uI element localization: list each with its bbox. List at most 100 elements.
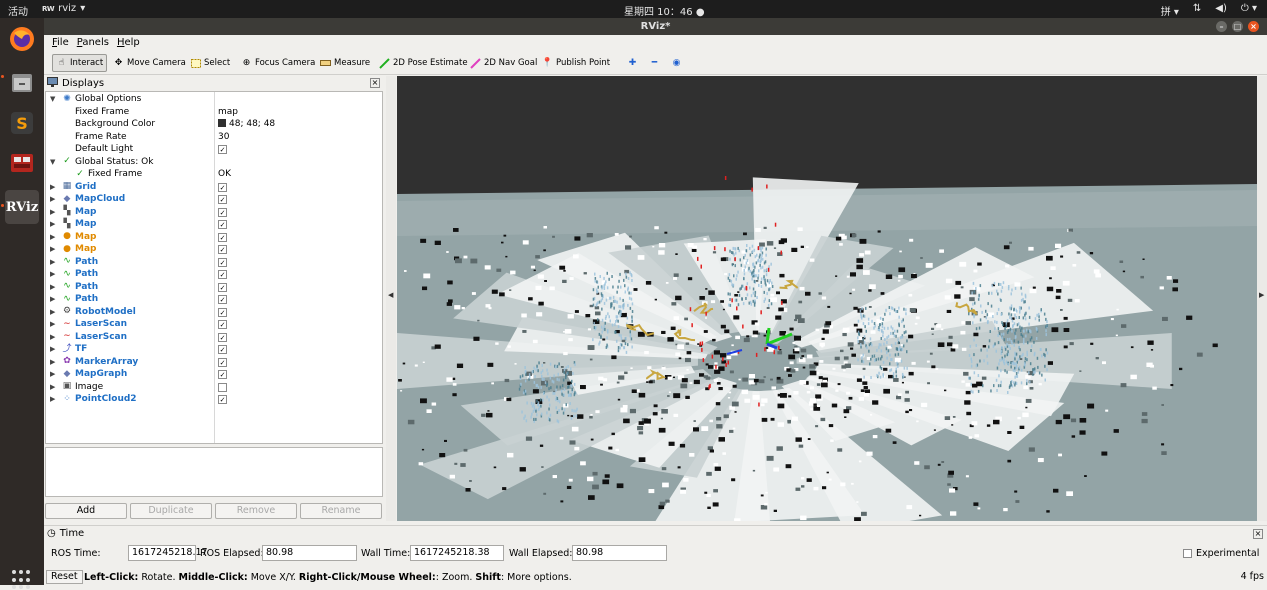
expand-arrow-icon[interactable]: ▶ [50, 293, 55, 306]
ros-elapsed-field[interactable]: 80.98 [262, 545, 357, 561]
experimental-toggle[interactable]: Experimental [1183, 548, 1259, 559]
tree-row-path[interactable]: ▶ ∿ Path ✓ [46, 281, 382, 294]
tree-row-path[interactable]: ▶ ∿ Path ✓ [46, 293, 382, 306]
expand-arrow-icon[interactable]: ▶ [50, 393, 55, 406]
tree-row-mapcloud[interactable]: ▶ ◆ MapCloud ✓ [46, 193, 382, 206]
display-enabled-checkbox[interactable]: ✓ [218, 395, 227, 404]
display-enabled-checkbox[interactable]: ✓ [218, 295, 227, 304]
interact-tool[interactable]: ☝ Interact [52, 54, 108, 72]
tree-row-pointcloud2[interactable]: ▶ ⁘ PointCloud2 ✓ [46, 393, 382, 406]
nav-goal-tool[interactable]: 2D Nav Goal [467, 54, 540, 72]
right-splitter[interactable]: ▶ [1257, 76, 1267, 521]
expand-arrow-icon[interactable]: ▼ [50, 156, 55, 169]
firefox-launcher[interactable] [5, 22, 39, 56]
tree-row-map[interactable]: ▶ ● Map ✓ [46, 243, 382, 256]
tree-row-background-color[interactable]: Background Color 48; 48; 48 [46, 118, 382, 131]
expand-arrow-icon[interactable]: ▶ [50, 368, 55, 381]
tree-row-markerarray[interactable]: ▶ ✿ MarkerArray ✓ [46, 356, 382, 369]
expand-arrow-icon[interactable]: ▶ [50, 343, 55, 356]
tree-row-default-light[interactable]: Default Light ✓ [46, 143, 382, 156]
tree-row-laserscan[interactable]: ▶ ∼ LaserScan ✓ [46, 318, 382, 331]
expand-arrow-icon[interactable]: ▼ [50, 93, 55, 106]
tool-properties-button[interactable]: ◉ [668, 54, 685, 72]
expand-arrow-icon[interactable]: ▶ [50, 181, 55, 194]
display-enabled-checkbox[interactable] [218, 382, 227, 392]
expand-arrow-icon[interactable]: ▶ [50, 218, 55, 231]
displays-tree[interactable]: ▼ ✺ Global Options Fixed Frame map Backg… [45, 91, 383, 444]
display-enabled-checkbox[interactable]: ✓ [218, 232, 227, 242]
system-tray[interactable]: 拼 ▾ ⇅ ◀) ⏻ ▾ [1161, 3, 1257, 18]
display-enabled-checkbox[interactable]: ✓ [218, 332, 227, 342]
expand-arrow-icon[interactable]: ▶ [50, 281, 55, 294]
reset-button[interactable]: Reset [46, 570, 83, 584]
default-light-checkbox[interactable]: ✓ [218, 145, 227, 154]
input-method-indicator[interactable]: 拼 ▾ [1161, 3, 1179, 18]
display-enabled-checkbox[interactable]: ✓ [218, 370, 227, 379]
remove-tool-button[interactable]: ━ [646, 54, 663, 72]
move-camera-tool[interactable]: ✥ Move Camera [110, 54, 189, 72]
expand-arrow-icon[interactable]: ▶ [50, 381, 55, 394]
ros-time-field[interactable]: 1617245218.17 [128, 545, 208, 561]
maximize-icon[interactable]: □ [1232, 21, 1243, 32]
publish-point-tool[interactable]: 📍 Publish Point [539, 54, 613, 72]
network-icon[interactable]: ⇅ [1193, 3, 1201, 18]
tree-row-status-fixed-frame[interactable]: ✓ Fixed Frame OK [46, 168, 382, 181]
expand-arrow-icon[interactable]: ▶ [50, 193, 55, 206]
display-enabled-checkbox[interactable]: ✓ [218, 270, 227, 279]
display-enabled-checkbox[interactable]: ✓ [218, 220, 227, 229]
power-icon[interactable]: ⏻ ▾ [1241, 3, 1257, 18]
display-enabled-checkbox[interactable]: ✓ [218, 307, 227, 317]
display-enabled-checkbox[interactable]: ✓ [218, 245, 227, 254]
remove-button[interactable]: Remove [215, 503, 297, 519]
measure-tool[interactable]: Measure [317, 54, 373, 72]
focus-camera-tool[interactable]: ⊕ Focus Camera [238, 54, 318, 72]
expand-arrow-icon[interactable]: ▶ [50, 356, 55, 369]
display-enabled-checkbox[interactable]: ✓ [218, 345, 227, 354]
clock[interactable]: 星期四 10：46 ● [624, 3, 705, 18]
tree-row-mapgraph[interactable]: ▶ ◆ MapGraph ✓ [46, 368, 382, 381]
expand-arrow-icon[interactable]: ▶ [50, 318, 55, 331]
collapse-right-icon[interactable]: ▶ [1259, 291, 1264, 299]
wall-elapsed-field[interactable]: 80.98 [572, 545, 667, 561]
experimental-checkbox[interactable] [1183, 549, 1192, 558]
duplicate-button[interactable]: Duplicate [130, 503, 212, 519]
tree-row-path[interactable]: ▶ ∿ Path ✓ [46, 268, 382, 281]
select-tool[interactable]: Select [187, 54, 233, 72]
tree-row-laserscan[interactable]: ▶ ∼ LaserScan ✓ [46, 331, 382, 344]
add-button[interactable]: Add [45, 503, 127, 519]
minimize-icon[interactable]: – [1216, 21, 1227, 32]
sublime-launcher[interactable]: S [5, 106, 39, 140]
display-enabled-checkbox[interactable]: ✓ [218, 257, 227, 267]
display-enabled-checkbox[interactable]: ✓ [218, 182, 227, 192]
display-enabled-checkbox[interactable]: ✓ [218, 207, 227, 217]
tree-row-frame-rate[interactable]: Frame Rate 30 [46, 131, 382, 144]
display-enabled-checkbox[interactable]: ✓ [218, 282, 227, 292]
left-splitter[interactable]: ◀ [386, 76, 396, 521]
background-color-value[interactable]: 48; 48; 48 [218, 118, 275, 131]
tree-row-fixed-frame[interactable]: Fixed Frame map [46, 106, 382, 119]
expand-arrow-icon[interactable]: ▶ [50, 243, 55, 256]
files-launcher[interactable] [5, 66, 39, 100]
expand-arrow-icon[interactable]: ▶ [50, 331, 55, 344]
tree-row-global-options[interactable]: ▼ ✺ Global Options [46, 93, 382, 106]
window-title-bar[interactable]: RViz* – □ × [44, 18, 1267, 35]
tree-row-tf[interactable]: ▶ ⤴ TF ✓ [46, 343, 382, 356]
volume-icon[interactable]: ◀) [1215, 3, 1227, 18]
display-enabled-checkbox[interactable]: ✓ [218, 357, 227, 367]
frame-rate-value[interactable]: 30 [218, 131, 229, 144]
close-icon[interactable]: × [1248, 21, 1259, 32]
menu-panels[interactable]: Panels [77, 37, 109, 51]
close-icon[interactable]: × [1253, 529, 1263, 539]
tree-row-grid[interactable]: ▶ ▦ Grid ✓ [46, 181, 382, 194]
tree-row-map[interactable]: ▶ ▚ Map ✓ [46, 206, 382, 219]
wall-time-field[interactable]: 1617245218.38 [410, 545, 504, 561]
tree-row-map[interactable]: ▶ ● Map ✓ [46, 231, 382, 244]
expand-arrow-icon[interactable]: ▶ [50, 206, 55, 219]
menu-help[interactable]: Help [117, 37, 140, 51]
app-menu[interactable]: RW rviz ▾ [42, 3, 85, 14]
display-enabled-checkbox[interactable]: ✓ [218, 320, 227, 329]
tree-row-path[interactable]: ▶ ∿ Path ✓ [46, 256, 382, 269]
show-applications-icon[interactable] [12, 570, 32, 590]
tree-row-robotmodel[interactable]: ▶ ⚙ RobotModel ✓ [46, 306, 382, 319]
tree-row-image[interactable]: ▶ ▣ Image [46, 381, 382, 394]
